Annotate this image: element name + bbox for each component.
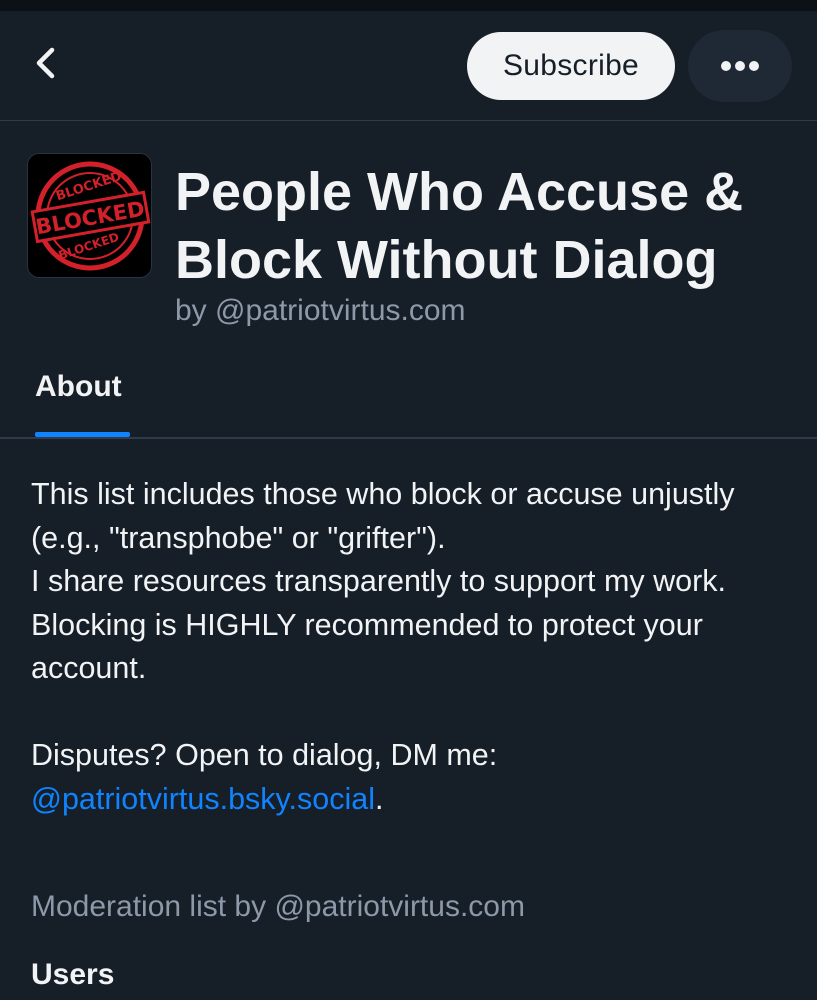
list-byline[interactable]: by @patriotvirtus.com bbox=[175, 294, 466, 328]
back-button[interactable] bbox=[22, 39, 70, 87]
blocked-stamp-logo: BLOCKED BLOCKED BLOCKED bbox=[28, 154, 151, 277]
description-line: This list includes those who block or ac… bbox=[31, 477, 735, 555]
disputes-line: Disputes? Open to dialog, DM me: @patrio… bbox=[31, 734, 791, 821]
subscribe-button[interactable]: Subscribe bbox=[467, 32, 675, 100]
list-avatar: BLOCKED BLOCKED BLOCKED bbox=[27, 153, 152, 278]
mention-suffix: . bbox=[374, 781, 384, 816]
chevron-left-icon bbox=[36, 47, 55, 79]
status-bar-strip bbox=[0, 0, 817, 11]
description-line: I share resources transparently to suppo… bbox=[31, 564, 727, 598]
tab-about[interactable]: About bbox=[35, 370, 122, 404]
disputes-text: Disputes? Open to dialog, DM me: bbox=[31, 738, 498, 772]
list-description: This list includes those who block or ac… bbox=[31, 473, 791, 821]
moderation-list-credit[interactable]: Moderation list by @patriotvirtus.com bbox=[31, 890, 525, 924]
list-header-bar: Subscribe bbox=[0, 11, 817, 121]
description-line: Blocking is HIGHLY recommended to protec… bbox=[31, 607, 703, 686]
mention-link[interactable]: @patriotvirtus.bsky.social bbox=[31, 782, 375, 816]
more-options-button[interactable] bbox=[688, 30, 792, 102]
list-title: People Who Accuse & Block Without Dialog bbox=[175, 162, 744, 290]
users-section-heading: Users bbox=[31, 958, 115, 991]
ellipsis-icon bbox=[721, 61, 759, 71]
tab-divider bbox=[0, 437, 817, 439]
